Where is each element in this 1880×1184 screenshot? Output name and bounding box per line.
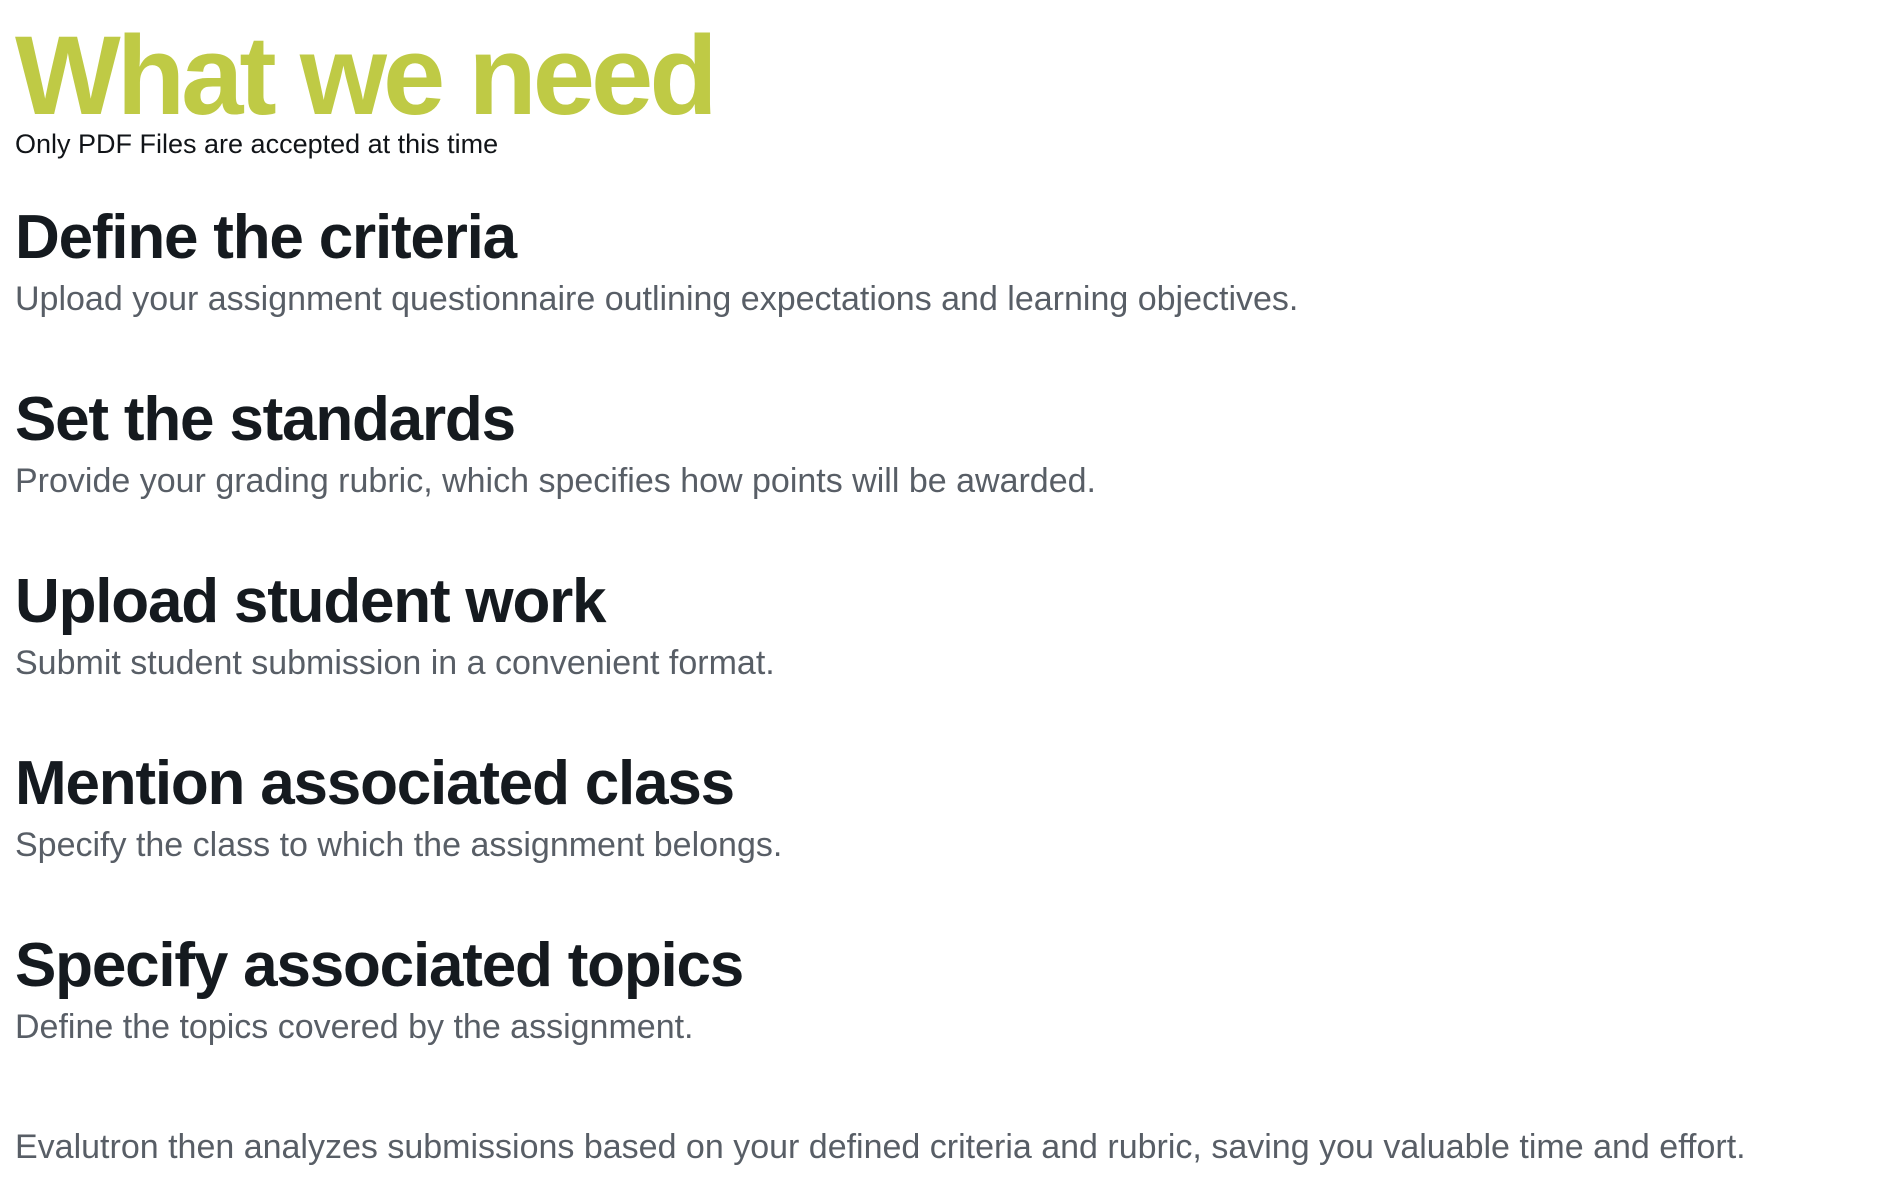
requirement-description: Upload your assignment questionnaire out… (15, 280, 1299, 318)
requirement-description: Submit student submission in a convenien… (15, 644, 775, 682)
analysis-summary: Evalutron then analyzes submissions base… (15, 1128, 1746, 1166)
requirement-heading: Specify associated topics (15, 931, 744, 1000)
requirement-description: Specify the class to which the assignmen… (15, 826, 783, 864)
requirement-heading: Define the criteria (15, 203, 517, 272)
file-type-notice: Only PDF Files are accepted at this time (15, 129, 499, 159)
requirement-heading: Upload student work (15, 567, 607, 636)
page-title: What we need (15, 13, 718, 138)
requirement-define-criteria: Define the criteria Upload your assignme… (15, 203, 1865, 319)
requirement-associated-class: Mention associated class Specify the cla… (15, 749, 1865, 865)
requirement-heading: Mention associated class (15, 749, 735, 818)
requirement-description: Define the topics covered by the assignm… (15, 1008, 694, 1046)
requirement-heading: Set the standards (15, 385, 516, 454)
requirement-associated-topics: Specify associated topics Define the top… (15, 931, 1865, 1047)
requirement-description: Provide your grading rubric, which speci… (15, 462, 1096, 500)
requirement-set-standards: Set the standards Provide your grading r… (15, 385, 1865, 501)
requirement-upload-student-work: Upload student work Submit student submi… (15, 567, 1865, 683)
